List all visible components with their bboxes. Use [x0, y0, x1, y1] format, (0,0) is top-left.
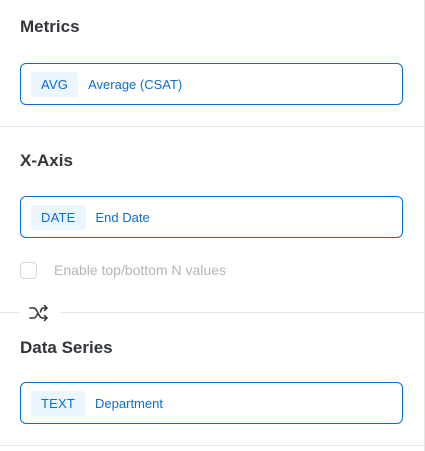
data-series-type-chip: TEXT: [31, 390, 86, 416]
metrics-field-label: Average (CSAT): [88, 76, 183, 92]
xaxis-field-label: End Date: [95, 209, 150, 225]
top-bottom-n-label: Enable top/bottom N values: [54, 262, 226, 278]
top-bottom-n-checkbox-row[interactable]: Enable top/bottom N values: [20, 259, 226, 281]
data-series-field[interactable]: TEXT Department: [20, 382, 403, 424]
xaxis-type-chip: DATE: [31, 204, 86, 230]
xaxis-title: X-Axis: [20, 151, 73, 170]
data-series-title: Data Series: [20, 338, 113, 357]
swap-divider-left: [0, 312, 20, 313]
data-series-field-label: Department: [95, 395, 163, 411]
chart-config-panel: Metrics AVG Average (CSAT) X-Axis DATE E…: [0, 0, 425, 451]
section-divider-bottom: [0, 445, 425, 446]
metrics-type-chip: AVG: [31, 71, 79, 97]
swap-divider-right: [60, 312, 425, 313]
metrics-title: Metrics: [20, 17, 80, 36]
metrics-field[interactable]: AVG Average (CSAT): [20, 63, 403, 105]
xaxis-field[interactable]: DATE End Date: [20, 196, 403, 238]
section-divider: [0, 126, 425, 127]
shuffle-swap-icon[interactable]: [28, 303, 50, 323]
top-bottom-n-checkbox[interactable]: [20, 261, 37, 279]
